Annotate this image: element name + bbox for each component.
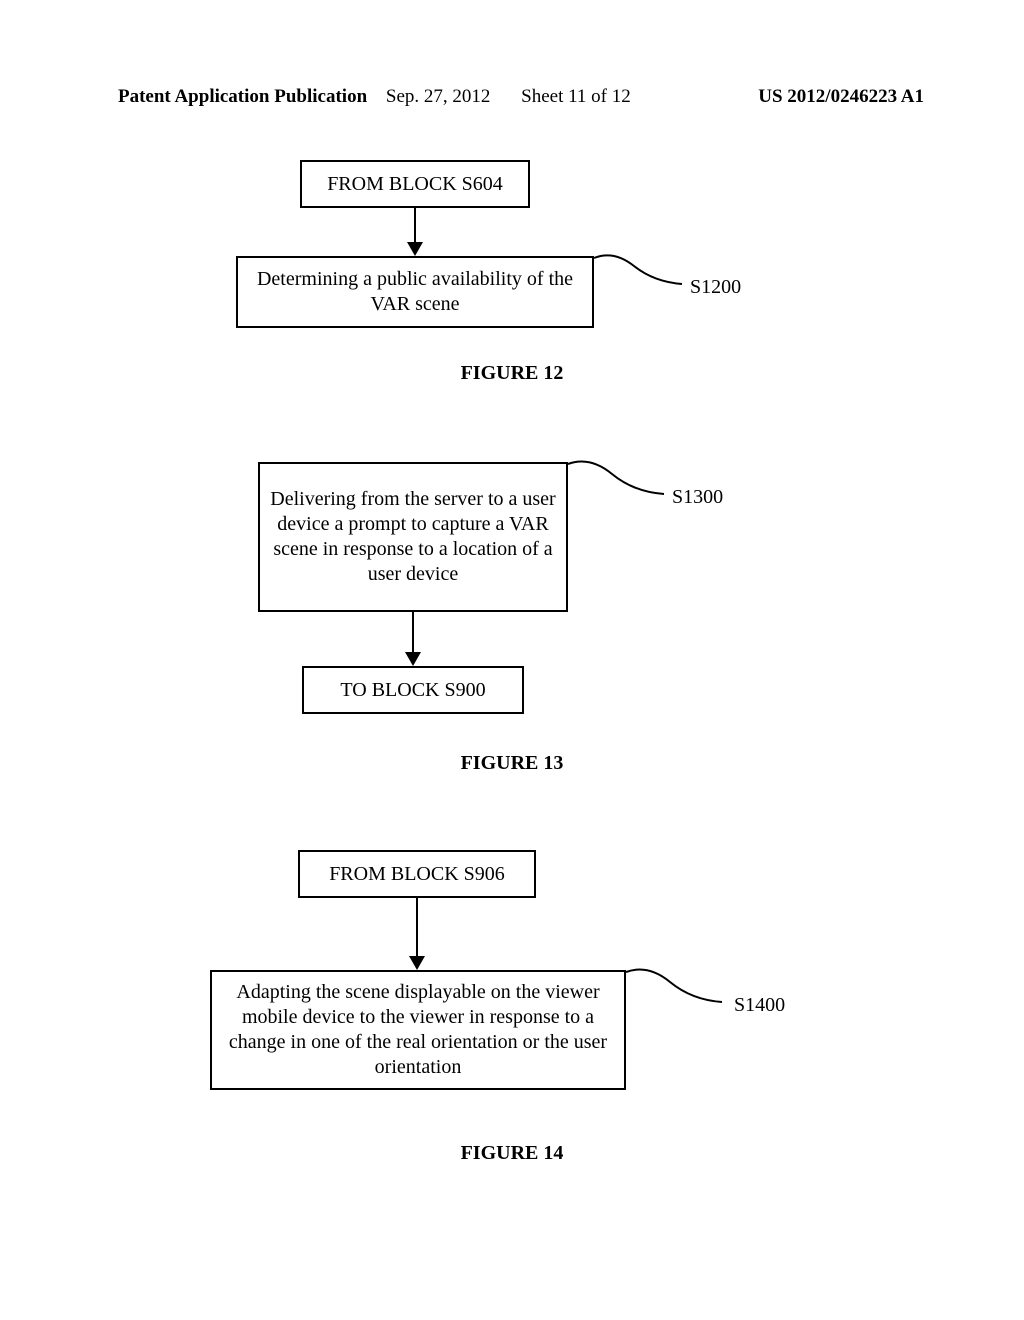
fig12-step-box: Determining a public availability of the…	[236, 256, 594, 328]
fig14-step-text: Adapting the scene displayable on the vi…	[222, 980, 614, 1080]
fig13-step-box: Delivering from the server to a user dev…	[258, 462, 568, 612]
figure-14: FROM BLOCK S906 Adapting the scene displ…	[0, 850, 1024, 1230]
leader-line-icon	[568, 460, 668, 504]
arrow-line	[416, 898, 418, 958]
fig14-from-block: FROM BLOCK S906	[298, 850, 536, 898]
fig12-caption: FIGURE 12	[0, 362, 1024, 385]
fig12-from-block-label: FROM BLOCK S604	[327, 172, 503, 197]
fig13-to-block: TO BLOCK S900	[302, 666, 524, 714]
pub-number: US 2012/0246223 A1	[758, 86, 924, 108]
fig13-to-block-label: TO BLOCK S900	[340, 678, 485, 703]
page-header: Patent Application Publication Sep. 27, …	[0, 86, 1024, 108]
fig14-step-box: Adapting the scene displayable on the vi…	[210, 970, 626, 1090]
fig14-ref: S1400	[734, 994, 785, 1017]
fig14-caption: FIGURE 14	[0, 1142, 1024, 1165]
fig13-step-text: Delivering from the server to a user dev…	[270, 487, 556, 587]
arrow-head-icon	[409, 956, 425, 970]
arrow-line	[412, 612, 414, 654]
fig13-ref: S1300	[672, 486, 723, 509]
leader-line-icon	[626, 968, 726, 1012]
fig12-step-text: Determining a public availability of the…	[248, 267, 582, 317]
leader-line-icon	[594, 254, 684, 294]
arrow-line	[414, 208, 416, 244]
fig12-from-block: FROM BLOCK S604	[300, 160, 530, 208]
arrow-head-icon	[407, 242, 423, 256]
figure-13: Delivering from the server to a user dev…	[0, 462, 1024, 842]
pub-date: Sep. 27, 2012	[386, 86, 491, 107]
fig14-from-block-label: FROM BLOCK S906	[329, 862, 505, 887]
pub-type: Patent Application Publication	[118, 86, 367, 107]
figure-12: FROM BLOCK S604 Determining a public ava…	[0, 160, 1024, 420]
fig12-ref: S1200	[690, 276, 741, 299]
fig13-caption: FIGURE 13	[0, 752, 1024, 775]
sheet-number: Sheet 11 of 12	[521, 86, 631, 107]
arrow-head-icon	[405, 652, 421, 666]
